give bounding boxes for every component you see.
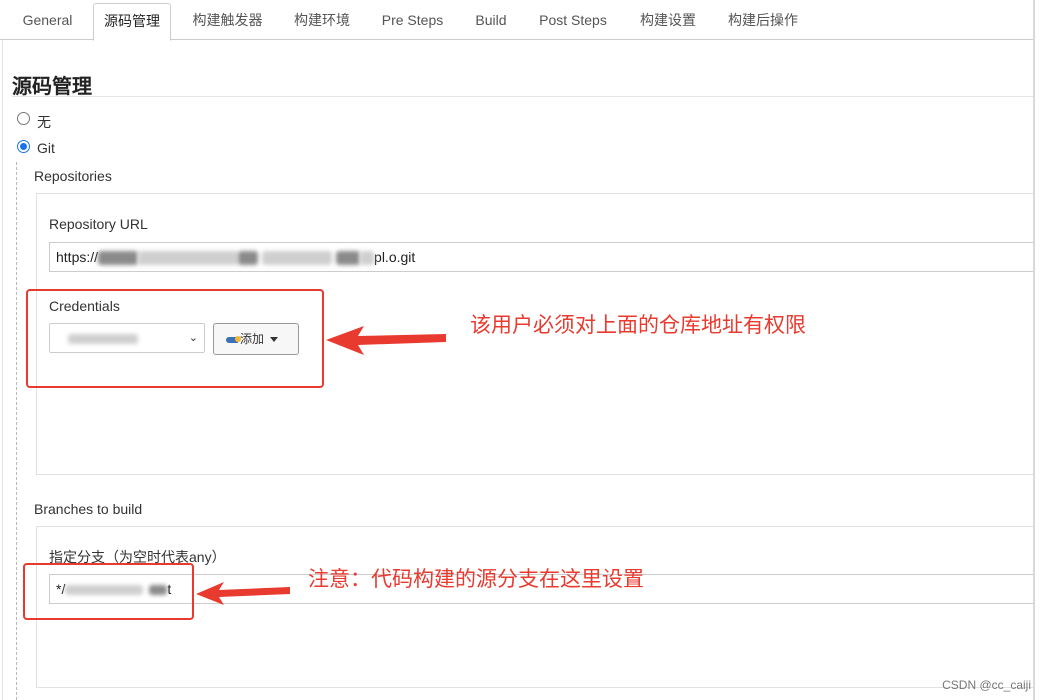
redacted-text <box>238 251 259 266</box>
tab-post-build-actions[interactable]: 构建后操作 <box>716 0 810 40</box>
radio-none-icon[interactable] <box>17 112 30 125</box>
credentials-highlight-box <box>26 289 324 388</box>
content-left-border <box>2 40 3 700</box>
watermark: CSDN @cc_caiji <box>942 678 1031 692</box>
radio-git-label[interactable]: Git <box>37 140 55 156</box>
tab-build-settings[interactable]: 构建设置 <box>627 0 709 40</box>
redacted-text <box>98 251 139 266</box>
tab-scm[interactable]: 源码管理 <box>93 3 171 41</box>
branch-annotation: 注意：代码构建的源分支在这里设置 <box>308 567 644 591</box>
repository-url-input[interactable]: https:// pl.o.git <box>49 242 1033 272</box>
section-title: 源码管理 <box>12 76 92 98</box>
tab-build[interactable]: Build <box>462 0 520 40</box>
arrow-left-icon <box>196 582 290 605</box>
arrow-left-icon <box>326 326 446 355</box>
repository-url-prefix: https:// <box>56 249 99 265</box>
redacted-text <box>336 251 361 266</box>
redacted-text <box>360 251 375 266</box>
tab-post-steps[interactable]: Post Steps <box>528 0 618 40</box>
credentials-annotation: 该用户必须对上面的仓库地址有权限 <box>470 313 806 337</box>
tab-build-environment[interactable]: 构建环境 <box>282 0 362 40</box>
git-options-guide <box>16 162 17 700</box>
tab-general[interactable]: General <box>10 0 85 40</box>
repository-url-suffix: pl.o.git <box>374 249 416 265</box>
repository-url-label: Repository URL <box>49 216 148 232</box>
tab-build-triggers[interactable]: 构建触发器 <box>180 0 275 40</box>
section-divider <box>12 96 1033 97</box>
branch-highlight-box <box>23 563 194 620</box>
page-scrollbar[interactable] <box>1035 0 1045 700</box>
branches-label: Branches to build <box>34 501 143 517</box>
radio-none-label[interactable]: 无 <box>37 112 51 132</box>
tab-bar: General 源码管理 构建触发器 构建环境 Pre Steps Build … <box>0 0 1035 41</box>
tab-pre-steps[interactable]: Pre Steps <box>370 0 455 40</box>
redacted-text <box>138 251 239 266</box>
redacted-text <box>262 251 333 266</box>
repositories-label: Repositories <box>34 168 112 184</box>
radio-git-icon[interactable] <box>17 140 30 153</box>
